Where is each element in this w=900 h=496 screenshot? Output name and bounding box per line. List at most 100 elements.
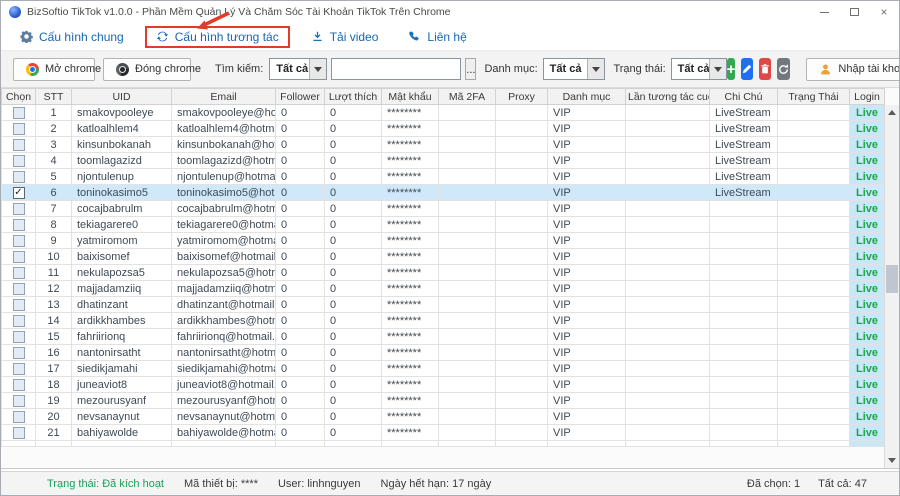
cell-note[interactable] bbox=[710, 265, 778, 281]
cell-note[interactable] bbox=[710, 361, 778, 377]
cell-ma2fa[interactable] bbox=[439, 329, 496, 345]
cell-category[interactable]: VIP bbox=[548, 265, 626, 281]
row-checkbox[interactable] bbox=[13, 379, 25, 391]
cell-ma2fa[interactable] bbox=[439, 249, 496, 265]
cell-category[interactable]: VIP bbox=[548, 201, 626, 217]
cell-last[interactable] bbox=[626, 425, 710, 441]
cell-status[interactable] bbox=[778, 265, 850, 281]
cell-login[interactable]: Live bbox=[850, 185, 885, 201]
cell-login[interactable]: Live bbox=[850, 425, 885, 441]
cell-password[interactable]: ******** bbox=[382, 297, 439, 313]
cell-uid[interactable]: toninokasimo5 bbox=[72, 185, 172, 201]
cell-check[interactable] bbox=[2, 153, 36, 169]
scrollbar-thumb[interactable] bbox=[886, 265, 898, 293]
cell-password[interactable]: ******** bbox=[382, 185, 439, 201]
cell-category[interactable]: VIP bbox=[548, 137, 626, 153]
cell-proxy[interactable] bbox=[496, 121, 548, 137]
cell-login[interactable]: Live bbox=[850, 121, 885, 137]
combo-dropdown-button[interactable] bbox=[587, 59, 604, 79]
cell-category[interactable]: VIP bbox=[548, 249, 626, 265]
cell-follower[interactable]: 0 bbox=[276, 329, 325, 345]
combo-dropdown-button[interactable] bbox=[709, 59, 726, 79]
cell-email[interactable]: smakovpooleye@hotma... bbox=[172, 105, 276, 121]
cell-last[interactable] bbox=[626, 265, 710, 281]
cell-status[interactable] bbox=[778, 393, 850, 409]
cell-status[interactable] bbox=[778, 121, 850, 137]
close-button[interactable]: × bbox=[869, 1, 899, 23]
cell-password[interactable]: ******** bbox=[382, 169, 439, 185]
cell-last[interactable] bbox=[626, 137, 710, 153]
cell-stt[interactable]: 10 bbox=[36, 249, 72, 265]
cell-uid[interactable]: njontulenup bbox=[72, 169, 172, 185]
cell-likes[interactable]: 0 bbox=[325, 377, 382, 393]
row-checkbox[interactable] bbox=[13, 251, 25, 263]
category-select[interactable]: Tất cả bbox=[543, 58, 606, 80]
cell-follower[interactable]: 0 bbox=[276, 265, 325, 281]
cell-stt[interactable]: 19 bbox=[36, 393, 72, 409]
table-row[interactable]: 21bahiyawoldebahiyawolde@hotmail.c...00*… bbox=[2, 425, 885, 441]
cell-email[interactable]: tekiagarere0@hotmail.c... bbox=[172, 217, 276, 233]
cell-note[interactable]: LiveStream bbox=[710, 153, 778, 169]
cell-last[interactable] bbox=[626, 361, 710, 377]
row-checkbox[interactable] bbox=[13, 171, 25, 183]
cell-status[interactable] bbox=[778, 217, 850, 233]
cell-proxy[interactable] bbox=[496, 217, 548, 233]
cell-likes[interactable]: 0 bbox=[325, 297, 382, 313]
cell-last[interactable] bbox=[626, 217, 710, 233]
row-checkbox[interactable] bbox=[13, 123, 25, 135]
status-select[interactable]: Tất cả bbox=[671, 58, 727, 80]
cell-check[interactable] bbox=[2, 105, 36, 121]
cell-status[interactable] bbox=[778, 281, 850, 297]
cell-stt[interactable]: 14 bbox=[36, 313, 72, 329]
tab-cau-hinh-tuong-tac[interactable]: Cấu hình tương tác bbox=[145, 26, 290, 48]
cell-password[interactable]: ******** bbox=[382, 105, 439, 121]
cell-status[interactable] bbox=[778, 361, 850, 377]
cell-password[interactable]: ******** bbox=[382, 233, 439, 249]
cell-proxy[interactable] bbox=[496, 201, 548, 217]
cell-uid[interactable]: ardikkhambes bbox=[72, 313, 172, 329]
cell-note[interactable]: LiveStream bbox=[710, 105, 778, 121]
cell-likes[interactable]: 0 bbox=[325, 425, 382, 441]
cell-ma2fa[interactable] bbox=[439, 345, 496, 361]
cell-uid[interactable]: fahriirionq bbox=[72, 329, 172, 345]
cell-uid[interactable]: nantonirsatht bbox=[72, 345, 172, 361]
cell-likes[interactable]: 0 bbox=[325, 185, 382, 201]
cell-category[interactable]: VIP bbox=[548, 105, 626, 121]
cell-ma2fa[interactable] bbox=[439, 121, 496, 137]
cell-proxy[interactable] bbox=[496, 361, 548, 377]
cell-check[interactable] bbox=[2, 233, 36, 249]
cell-note[interactable] bbox=[710, 329, 778, 345]
cell-follower[interactable]: 0 bbox=[276, 249, 325, 265]
cell-proxy[interactable] bbox=[496, 249, 548, 265]
cell-last[interactable] bbox=[626, 249, 710, 265]
cell-uid[interactable]: siedikjamahi bbox=[72, 361, 172, 377]
cell-likes[interactable]: 0 bbox=[325, 345, 382, 361]
cell-proxy[interactable] bbox=[496, 233, 548, 249]
cell-last[interactable] bbox=[626, 185, 710, 201]
cell-ma2fa[interactable] bbox=[439, 169, 496, 185]
table-row[interactable]: 15fahriirionqfahriirionq@hotmail.com00**… bbox=[2, 329, 885, 345]
cell-email[interactable]: katloalhlem4@hotmail.c... bbox=[172, 121, 276, 137]
import-accounts-button[interactable]: Nhập tài khoản bbox=[806, 58, 900, 81]
cell-note[interactable] bbox=[710, 249, 778, 265]
column-header-last[interactable]: Lần tương tác cuối bbox=[626, 89, 710, 105]
cell-follower[interactable]: 0 bbox=[276, 185, 325, 201]
row-checkbox[interactable] bbox=[13, 331, 25, 343]
tab-tai-video[interactable]: Tải video bbox=[302, 26, 388, 48]
cell-login[interactable]: Live bbox=[850, 217, 885, 233]
cell-ma2fa[interactable] bbox=[439, 297, 496, 313]
cell-last[interactable] bbox=[626, 281, 710, 297]
cell-check[interactable] bbox=[2, 169, 36, 185]
row-checkbox[interactable] bbox=[13, 315, 25, 327]
column-header-password[interactable]: Mật khẩu bbox=[382, 89, 439, 105]
cell-password[interactable]: ******** bbox=[382, 361, 439, 377]
cell-uid[interactable]: majjadamziiq bbox=[72, 281, 172, 297]
cell-stt[interactable]: 6 bbox=[36, 185, 72, 201]
table-row[interactable]: 7cocajbabrulmcocajbabrulm@hotmail....00*… bbox=[2, 201, 885, 217]
cell-login[interactable]: Live bbox=[850, 105, 885, 121]
cell-likes[interactable]: 0 bbox=[325, 121, 382, 137]
cell-ma2fa[interactable] bbox=[439, 217, 496, 233]
cell-proxy[interactable] bbox=[496, 377, 548, 393]
cell-proxy[interactable] bbox=[496, 153, 548, 169]
cell-last[interactable] bbox=[626, 105, 710, 121]
